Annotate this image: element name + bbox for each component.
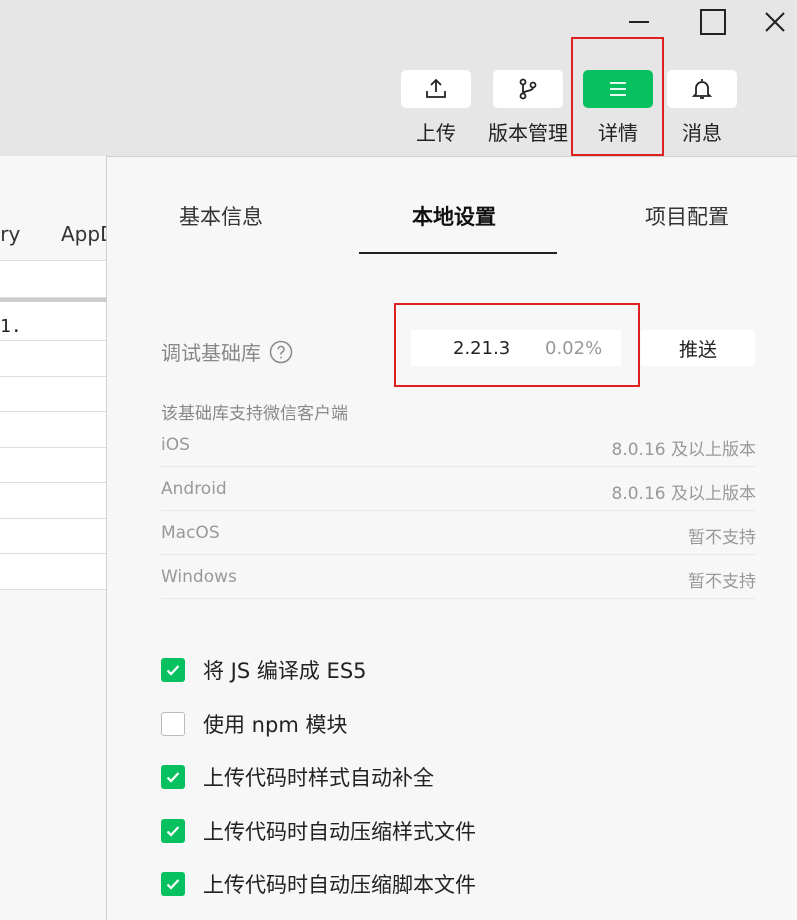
check-icon (166, 879, 180, 890)
option-label: 上传代码时自动压缩样式文件 (203, 820, 476, 844)
table-row[interactable] (0, 554, 106, 590)
checkbox-unchecked[interactable] (161, 712, 185, 736)
support-value: 暂不支持 (688, 528, 756, 548)
upload-tool[interactable]: 上传 (401, 70, 471, 146)
table-row[interactable] (0, 518, 106, 554)
check-icon (166, 772, 180, 783)
left-pane: ory AppD 1. (0, 156, 106, 920)
checkbox-checked[interactable] (161, 765, 185, 789)
help-icon[interactable] (269, 340, 293, 364)
left-tab-1[interactable]: ory (0, 222, 20, 246)
maximize-button[interactable] (688, 0, 738, 44)
checkbox-checked[interactable] (161, 872, 185, 896)
support-row-macos: MacOS 暂不支持 (161, 511, 756, 555)
check-icon (166, 826, 180, 837)
debug-lib-text: 调试基础库 (161, 341, 261, 365)
support-value: 暂不支持 (688, 572, 756, 592)
option-label: 使用 npm 模块 (203, 713, 348, 737)
maximize-icon (700, 9, 726, 35)
support-row-windows: Windows 暂不支持 (161, 555, 756, 599)
tab-local-settings[interactable]: 本地设置 (412, 201, 496, 231)
minimize-icon (629, 21, 649, 23)
version-tool[interactable]: 版本管理 (488, 70, 568, 146)
code-fragment: 1. (0, 316, 22, 337)
message-button[interactable] (667, 70, 737, 108)
option-label: 上传代码时自动压缩脚本文件 (203, 873, 476, 897)
support-name: MacOS (161, 523, 220, 543)
option-minify-script[interactable]: 上传代码时自动压缩脚本文件 (161, 869, 476, 899)
support-title: 该基础库支持微信客户端 (161, 404, 348, 424)
upload-icon (426, 78, 446, 98)
detail-panel: 基本信息 本地设置 项目配置 调试基础库 2.21.3 0.02% 推送 该基础… (106, 156, 797, 920)
check-icon (166, 665, 180, 676)
left-table (0, 260, 106, 590)
branch-icon (519, 78, 537, 100)
option-label: 上传代码时样式自动补全 (203, 766, 434, 790)
support-name: Android (161, 479, 227, 499)
version-button[interactable] (493, 70, 563, 108)
table-row (0, 260, 106, 298)
message-label: 消息 (682, 121, 722, 145)
support-value: 8.0.16 及以上版本 (611, 440, 756, 460)
table-row[interactable] (0, 483, 106, 519)
table-row[interactable] (0, 447, 106, 483)
checkbox-checked[interactable] (161, 819, 185, 843)
option-style-autocomplete[interactable]: 上传代码时样式自动补全 (161, 762, 434, 792)
table-row[interactable] (0, 341, 106, 377)
table-row[interactable] (0, 412, 106, 448)
support-value: 8.0.16 及以上版本 (611, 484, 756, 504)
option-minify-style[interactable]: 上传代码时自动压缩样式文件 (161, 816, 476, 846)
option-label: 将 JS 编译成 ES5 (203, 659, 367, 683)
checkbox-checked[interactable] (161, 658, 185, 682)
upload-label: 上传 (416, 121, 456, 145)
push-button[interactable]: 推送 (641, 330, 755, 366)
upload-button[interactable] (401, 70, 471, 108)
support-name: iOS (161, 435, 190, 455)
active-tab-indicator (359, 252, 557, 254)
table-row[interactable] (0, 376, 106, 412)
highlight-box-version (394, 303, 640, 387)
bell-icon (691, 79, 713, 99)
support-name: Windows (161, 567, 237, 587)
tab-project-config[interactable]: 项目配置 (645, 201, 729, 231)
highlight-box-detail (571, 37, 664, 156)
debug-lib-label: 调试基础库 (161, 337, 293, 366)
close-icon (765, 12, 785, 32)
support-row-android: Android 8.0.16 及以上版本 (161, 467, 756, 511)
close-button[interactable] (750, 0, 797, 44)
left-tab-2[interactable]: AppD (61, 222, 106, 246)
version-label: 版本管理 (488, 121, 568, 145)
support-row-ios: iOS 8.0.16 及以上版本 (161, 423, 756, 467)
tab-basic-info[interactable]: 基本信息 (179, 201, 263, 231)
option-npm-module[interactable]: 使用 npm 模块 (161, 709, 347, 739)
option-compile-es5[interactable]: 将 JS 编译成 ES5 (161, 655, 367, 685)
panel-tabs: 基本信息 本地设置 项目配置 (107, 157, 797, 255)
message-tool[interactable]: 消息 (667, 70, 737, 146)
